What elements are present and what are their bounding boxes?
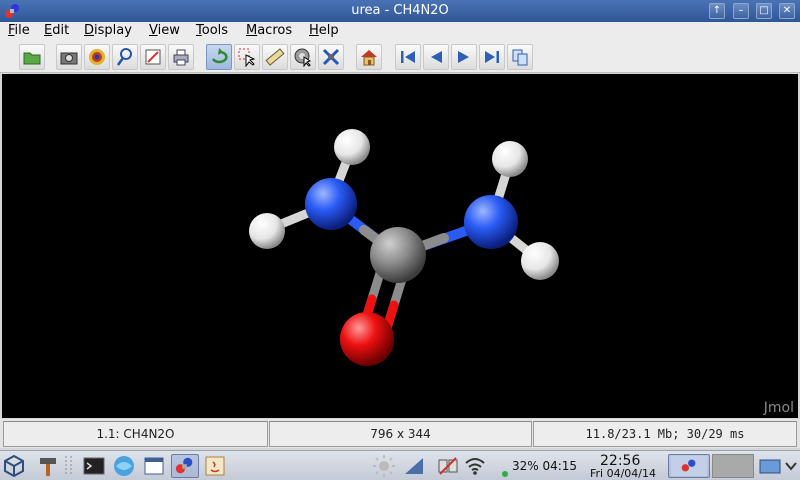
pdb-search-icon[interactable] bbox=[112, 44, 138, 70]
modelkit-icon[interactable] bbox=[318, 44, 344, 70]
previous-frame-icon[interactable] bbox=[423, 44, 449, 70]
minimize-icon[interactable]: – bbox=[733, 3, 749, 19]
copy-icon[interactable] bbox=[507, 44, 533, 70]
java-icon[interactable] bbox=[203, 454, 227, 478]
network-icon[interactable] bbox=[436, 454, 460, 478]
urea-molecule[interactable] bbox=[2, 74, 798, 418]
up-icon[interactable]: ↑ bbox=[709, 3, 725, 19]
workspace-1-icon[interactable] bbox=[668, 454, 710, 478]
nitrogen-atom[interactable] bbox=[305, 178, 357, 230]
home-icon[interactable] bbox=[356, 44, 382, 70]
open-icon[interactable] bbox=[19, 44, 45, 70]
last-frame-icon[interactable] bbox=[479, 44, 505, 70]
first-frame-icon[interactable] bbox=[395, 44, 421, 70]
menu-edit-label: dit bbox=[52, 23, 70, 38]
brightness-icon[interactable] bbox=[372, 454, 396, 478]
print-icon[interactable] bbox=[168, 44, 194, 70]
menu-help-label: elp bbox=[318, 23, 339, 38]
nitrogen-atom[interactable] bbox=[464, 195, 518, 249]
status-bar: 1.1: CH4N2O 796 x 344 11.8/23.1 Mb; 30/2… bbox=[0, 419, 800, 448]
molecule-viewer[interactable]: Jmol bbox=[2, 74, 798, 418]
menu-tools[interactable]: Tools bbox=[196, 23, 228, 38]
hammer-icon[interactable] bbox=[36, 454, 60, 478]
jmol-watermark: Jmol bbox=[763, 400, 794, 416]
hydrogen-atom[interactable] bbox=[492, 141, 528, 177]
jmol-task-icon[interactable] bbox=[171, 454, 199, 478]
window-icon[interactable] bbox=[142, 454, 166, 478]
menu-edit[interactable]: Edit bbox=[44, 23, 69, 38]
script-editor-icon[interactable] bbox=[140, 44, 166, 70]
show-desktop-icon[interactable] bbox=[758, 454, 782, 478]
hydrogen-atom[interactable] bbox=[334, 129, 370, 165]
menu-display[interactable]: Display bbox=[84, 23, 132, 38]
menu-file-label: ile bbox=[14, 23, 30, 38]
menu-view-label: iew bbox=[157, 23, 180, 38]
wifi-icon[interactable] bbox=[463, 454, 487, 478]
title-bar: urea - CH4N2O ↑ – □ ✕ bbox=[0, 0, 800, 22]
battery-icon[interactable] bbox=[500, 454, 510, 478]
toolbar bbox=[0, 41, 800, 73]
chevron-down-icon[interactable] bbox=[784, 454, 798, 478]
measure-icon[interactable] bbox=[262, 44, 288, 70]
menu-file[interactable]: File bbox=[8, 23, 30, 38]
menu-view[interactable]: View bbox=[149, 23, 180, 38]
battery-status: 32% 04:15 bbox=[512, 459, 578, 473]
close-icon[interactable]: ✕ bbox=[779, 3, 795, 19]
status-model: 1.1: CH4N2O bbox=[3, 421, 268, 447]
menu-display-label: isplay bbox=[94, 23, 132, 38]
oxygen-atom[interactable] bbox=[340, 312, 394, 366]
status-memory: 11.8/23.1 Mb; 30/29 ms bbox=[533, 421, 797, 447]
screenshot-icon[interactable] bbox=[56, 44, 82, 70]
menu-macros[interactable]: Macros bbox=[246, 23, 292, 38]
terminal-icon[interactable] bbox=[82, 454, 106, 478]
hydrogen-atom[interactable] bbox=[249, 213, 285, 249]
taskbar: 32% 04:15 22:56 Fri 04/04/14 bbox=[0, 450, 800, 480]
separator-icon bbox=[65, 456, 72, 476]
maximize-icon[interactable]: □ bbox=[756, 3, 772, 19]
menu-help[interactable]: Help bbox=[309, 23, 339, 38]
menu-tools-label: ools bbox=[201, 23, 229, 38]
select-icon[interactable] bbox=[234, 44, 260, 70]
menu-macros-label: acros bbox=[257, 23, 293, 38]
menubar: File Edit Display View Tools Macros Help bbox=[0, 22, 800, 41]
pick-center-icon[interactable] bbox=[290, 44, 316, 70]
window-title: urea - CH4N2O bbox=[351, 3, 449, 18]
status-size: 796 x 344 bbox=[269, 421, 532, 447]
next-frame-icon[interactable] bbox=[451, 44, 477, 70]
start-menu-icon[interactable] bbox=[2, 454, 26, 478]
carbon-atom[interactable] bbox=[370, 227, 426, 283]
volume-icon[interactable] bbox=[402, 454, 426, 478]
rotate-icon[interactable] bbox=[206, 44, 232, 70]
workspace-2-icon[interactable] bbox=[712, 454, 754, 478]
pov-ray-icon[interactable] bbox=[84, 44, 110, 70]
hydrogen-atom[interactable] bbox=[521, 242, 559, 280]
clock-date[interactable]: Fri 04/04/14 bbox=[590, 467, 656, 480]
browser-icon[interactable] bbox=[112, 454, 136, 478]
